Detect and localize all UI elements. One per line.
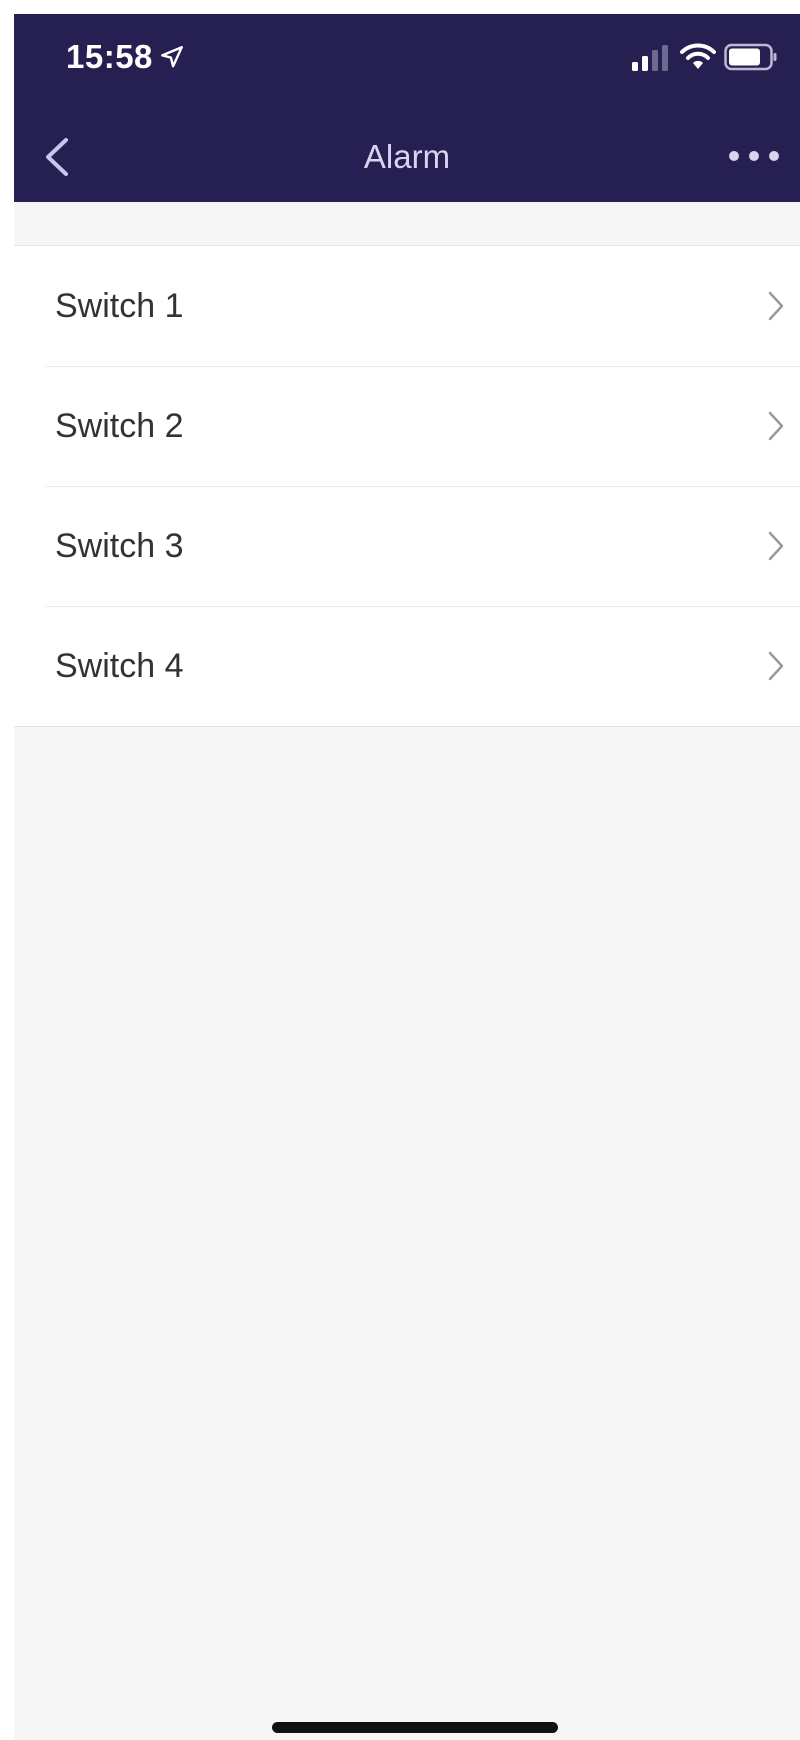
- list-item-switch-3[interactable]: Switch 3: [14, 486, 800, 606]
- screen: 15:58 Alarm Switch 1 Switch 2 Switch 3 S…: [14, 14, 800, 1740]
- list-item-label: Switch 2: [55, 407, 184, 445]
- signal-icon: [632, 45, 668, 71]
- header: 15:58 Alarm: [14, 14, 800, 202]
- chevron-right-icon: [768, 531, 784, 561]
- status-time-text: 15:58: [66, 38, 153, 75]
- chevron-right-icon: [768, 411, 784, 441]
- chevron-right-icon: [768, 291, 784, 321]
- chevron-right-icon: [768, 651, 784, 681]
- home-indicator[interactable]: [272, 1722, 558, 1733]
- list-item-label: Switch 4: [55, 647, 184, 685]
- battery-icon: [724, 43, 777, 71]
- list-item-switch-2[interactable]: Switch 2: [14, 366, 800, 486]
- list-item-label: Switch 1: [55, 287, 184, 325]
- list-item-switch-4[interactable]: Switch 4: [14, 606, 800, 726]
- wifi-icon: [680, 43, 716, 69]
- list-item-label: Switch 3: [55, 527, 184, 565]
- list-item-switch-1[interactable]: Switch 1: [14, 246, 800, 366]
- more-options-icon[interactable]: [726, 140, 782, 172]
- status-time: 15:58: [66, 38, 185, 76]
- switch-list: Switch 1 Switch 2 Switch 3 Switch 4: [14, 245, 800, 727]
- location-arrow-icon: [160, 46, 183, 68]
- page-title: Alarm: [363, 138, 451, 175]
